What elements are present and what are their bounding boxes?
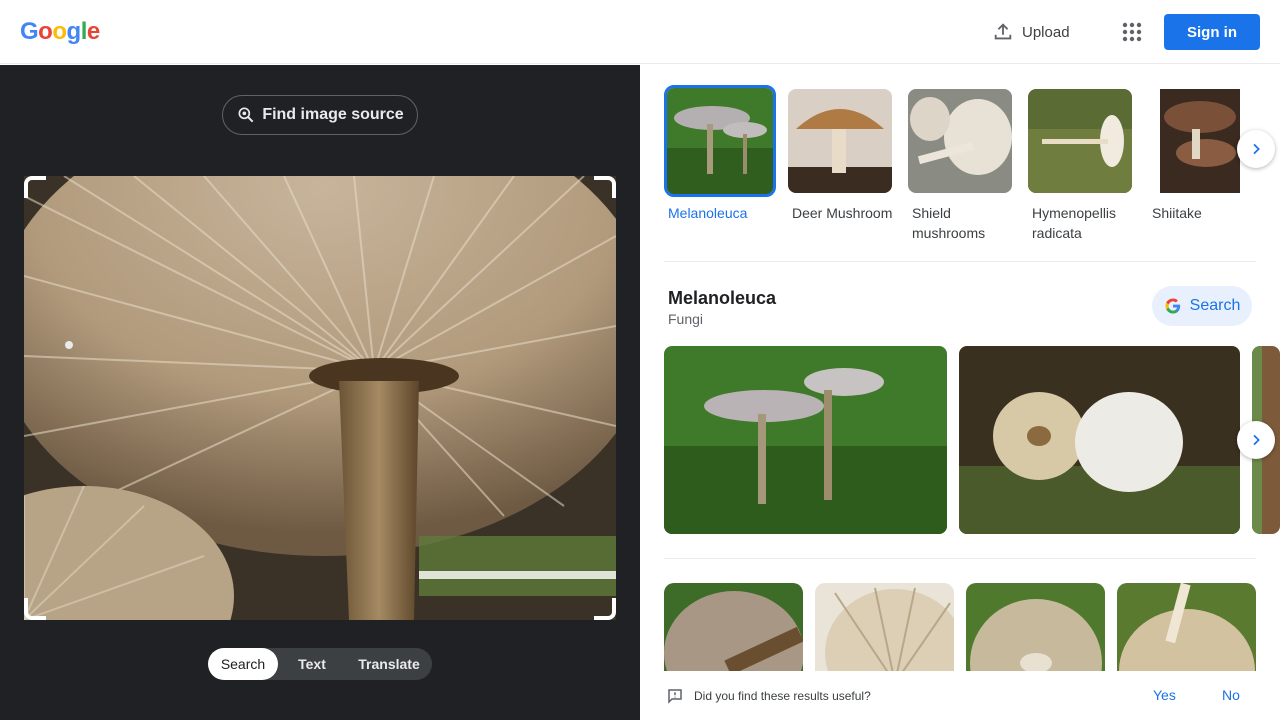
image-crop-pane: Find image source Search Text Translate [0, 65, 640, 720]
upload-icon [994, 23, 1012, 40]
upload-button[interactable]: Upload [992, 20, 1070, 44]
find-image-source-label: Find image source [262, 106, 404, 123]
upload-label: Upload [1022, 23, 1070, 41]
related-thumbnail [1028, 89, 1132, 193]
logo-letter: o [38, 18, 53, 45]
entity-search-button[interactable]: Search [1152, 286, 1252, 326]
lens-search-icon [238, 107, 254, 123]
find-image-source-button[interactable]: Find image source [222, 95, 418, 135]
result-image[interactable] [959, 346, 1240, 534]
mode-tab-search[interactable]: Search [208, 648, 278, 680]
object-marker[interactable] [65, 341, 73, 349]
feedback-icon [668, 689, 682, 704]
apps-grid-icon[interactable] [1120, 20, 1144, 44]
logo-letter: G [20, 18, 39, 45]
related-item-shield-mushrooms[interactable]: Shield mushrooms [908, 89, 1016, 243]
related-item-hymenopellis-radicata[interactable]: Hymenopellis radicata [1028, 89, 1136, 243]
mode-tab-text[interactable]: Text [278, 648, 346, 680]
logo-letter: e [86, 18, 100, 45]
crop-handle-bottom-left[interactable] [24, 598, 46, 620]
grid-image[interactable] [966, 583, 1105, 683]
feedback-question: Did you find these results useful? [694, 689, 871, 703]
query-image[interactable] [24, 176, 616, 620]
result-image[interactable] [664, 346, 947, 534]
crop-handle-top-left[interactable] [24, 176, 46, 198]
feedback-yes-button[interactable]: Yes [1153, 687, 1176, 703]
google-g-icon [1165, 298, 1180, 314]
related-thumbnail [788, 89, 892, 193]
logo-letter: o [52, 18, 67, 45]
mode-tab-translate[interactable]: Translate [346, 648, 432, 680]
related-item-label: Deer Mushroom [792, 205, 893, 221]
entity-title: Melanoleuca [668, 288, 777, 308]
chevron-right-icon [1253, 434, 1260, 446]
feedback-no-button[interactable]: No [1222, 687, 1240, 703]
entity-search-label: Search [1189, 297, 1241, 314]
google-logo[interactable]: Google [20, 18, 100, 46]
related-entities-carousel: Melanoleuca Deer Mushroom Shield mushroo… [664, 85, 1256, 261]
related-thumbnail [664, 85, 776, 197]
images-next-button[interactable] [1237, 421, 1275, 459]
chevron-right-icon [1253, 143, 1260, 155]
grid-image[interactable] [664, 583, 803, 683]
related-item-label: Shiitake [1152, 205, 1202, 221]
related-item-melanoleuca[interactable]: Melanoleuca [664, 85, 776, 223]
mode-switcher: Search Text Translate [208, 648, 432, 680]
logo-letter: g [66, 18, 82, 45]
related-item-deer-mushroom[interactable]: Deer Mushroom [788, 89, 896, 223]
results-pane: Melanoleuca Deer Mushroom Shield mushroo… [640, 65, 1280, 720]
divider [664, 558, 1256, 559]
related-item-label: Hymenopellis radicata [1032, 205, 1117, 241]
top-bar: Google Upload Sign in [0, 0, 1280, 64]
feedback-bar: Did you find these results useful? Yes N… [640, 671, 1280, 720]
related-next-button[interactable] [1237, 130, 1275, 168]
entity-subtitle: Fungi [668, 311, 704, 327]
divider [664, 261, 1256, 262]
related-item-label: Melanoleuca [668, 205, 748, 221]
sign-in-button[interactable]: Sign in [1164, 14, 1260, 50]
grid-image[interactable] [815, 583, 954, 683]
grid-image[interactable] [1117, 583, 1256, 683]
related-thumbnail [908, 89, 1012, 193]
related-thumbnail [1148, 89, 1252, 193]
crop-handle-bottom-right[interactable] [594, 598, 616, 620]
crop-handle-top-right[interactable] [594, 176, 616, 198]
related-item-label: Shield mushrooms [912, 205, 986, 241]
